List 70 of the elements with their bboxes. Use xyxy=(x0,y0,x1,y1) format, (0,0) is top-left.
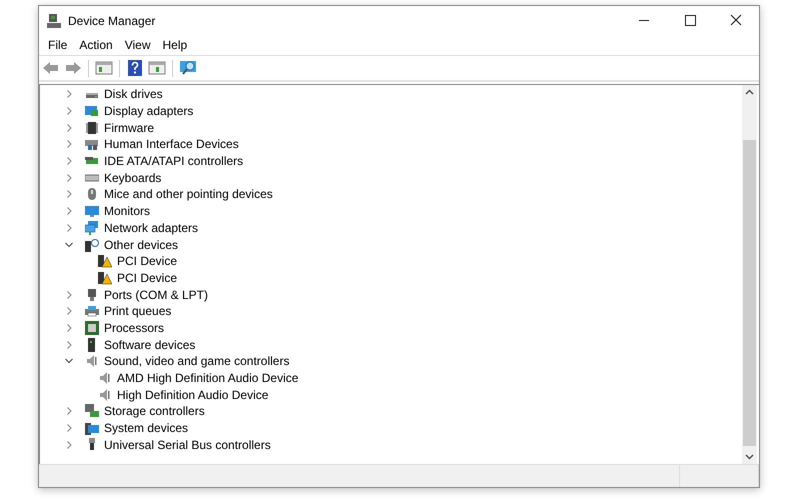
chevron-right-icon[interactable] xyxy=(64,106,74,116)
chevron-right-icon[interactable] xyxy=(64,122,74,133)
back-arrow-icon[interactable] xyxy=(42,60,60,76)
tree-item[interactable]: Universal Serial Bus controllers xyxy=(40,436,742,454)
chevron-right-icon[interactable] xyxy=(64,206,74,216)
display-card-icon xyxy=(85,104,99,118)
tree-item[interactable]: System devices xyxy=(40,420,742,436)
tree-item[interactable]: IDE ATA/ATAPI controllers xyxy=(40,152,742,170)
tree-item[interactable]: Print queues xyxy=(40,302,742,320)
menu-item[interactable]: Action xyxy=(73,38,119,52)
chevron-right-icon[interactable] xyxy=(64,290,74,300)
tree-item[interactable]: AMD High Definition Audio Device xyxy=(40,370,742,386)
chevron-right-icon[interactable] xyxy=(64,189,74,200)
tree-item[interactable]: Network adapters xyxy=(40,220,742,236)
tree-item[interactable]: High Definition Audio Device xyxy=(40,386,742,404)
tree-item[interactable]: Ports (COM & LPT) xyxy=(40,286,742,303)
speaker-icon xyxy=(98,371,112,386)
tree-item[interactable]: Sound, video and game controllers xyxy=(40,353,742,370)
chevron-right-icon[interactable] xyxy=(64,322,74,333)
keyboard-device-icon xyxy=(85,137,99,152)
action-pane-icon[interactable] xyxy=(148,60,166,76)
chip-icon xyxy=(85,120,99,135)
tree-item[interactable]: Firmware xyxy=(40,119,742,136)
monitor-scan-icon[interactable] xyxy=(179,59,199,77)
tree-item[interactable]: Other devices xyxy=(40,236,742,253)
speaker-icon xyxy=(98,388,112,402)
chevron-right-icon[interactable] xyxy=(64,172,74,183)
tree-item[interactable]: PCI Device xyxy=(40,252,742,270)
tree-item[interactable]: Monitors xyxy=(40,202,742,220)
unknown-device-icon xyxy=(85,238,99,252)
tree-item[interactable]: Disk drives xyxy=(40,86,742,103)
menu-item[interactable]: File xyxy=(42,38,74,52)
plug-icon xyxy=(85,288,99,302)
chevron-right-icon[interactable] xyxy=(64,139,74,150)
chevron-right-icon[interactable] xyxy=(64,340,74,350)
system-folder-icon xyxy=(85,421,99,436)
warning-device-icon xyxy=(98,254,112,268)
chevron-right-icon[interactable] xyxy=(64,222,74,233)
warning-device-icon xyxy=(98,270,112,285)
tree-item[interactable]: Storage controllers xyxy=(40,403,742,420)
tree-item[interactable]: Mice and other pointing devices xyxy=(40,186,742,203)
storage-icon xyxy=(85,404,99,418)
scroll-thumb[interactable] xyxy=(743,140,756,446)
window-title: Device Manager xyxy=(68,14,156,28)
monitor-icon xyxy=(85,204,99,218)
menu-item[interactable]: View xyxy=(118,38,156,52)
scrollbar[interactable] xyxy=(742,85,757,464)
tree-item[interactable]: Processors xyxy=(40,320,742,336)
tree-item[interactable]: Human Interface Devices xyxy=(40,136,742,153)
processor-icon xyxy=(85,320,99,335)
mouse-icon xyxy=(85,187,99,202)
chevron-right-icon[interactable] xyxy=(64,306,74,316)
tree-item[interactable]: Display adapters xyxy=(40,102,742,120)
chevron-right-icon[interactable] xyxy=(64,440,74,450)
help-icon[interactable] xyxy=(126,59,144,77)
chevron-right-icon[interactable] xyxy=(64,156,74,166)
forward-arrow-icon[interactable] xyxy=(64,60,82,76)
menu-item[interactable]: Help xyxy=(156,38,194,52)
chevron-right-icon[interactable] xyxy=(64,423,74,434)
network-icon xyxy=(85,220,99,235)
chevron-right-icon[interactable] xyxy=(64,89,74,100)
speaker-icon xyxy=(85,354,99,368)
tree-item[interactable]: Keyboards xyxy=(40,169,742,186)
console-tree-icon[interactable] xyxy=(95,60,113,76)
computer-icon xyxy=(46,12,62,28)
tree-item[interactable]: PCI Device xyxy=(40,270,742,286)
tree-item[interactable]: Software devices xyxy=(40,336,742,353)
printer-icon xyxy=(85,304,99,318)
chevron-right-icon[interactable] xyxy=(64,406,74,416)
chevron-down-icon[interactable] xyxy=(64,240,74,250)
